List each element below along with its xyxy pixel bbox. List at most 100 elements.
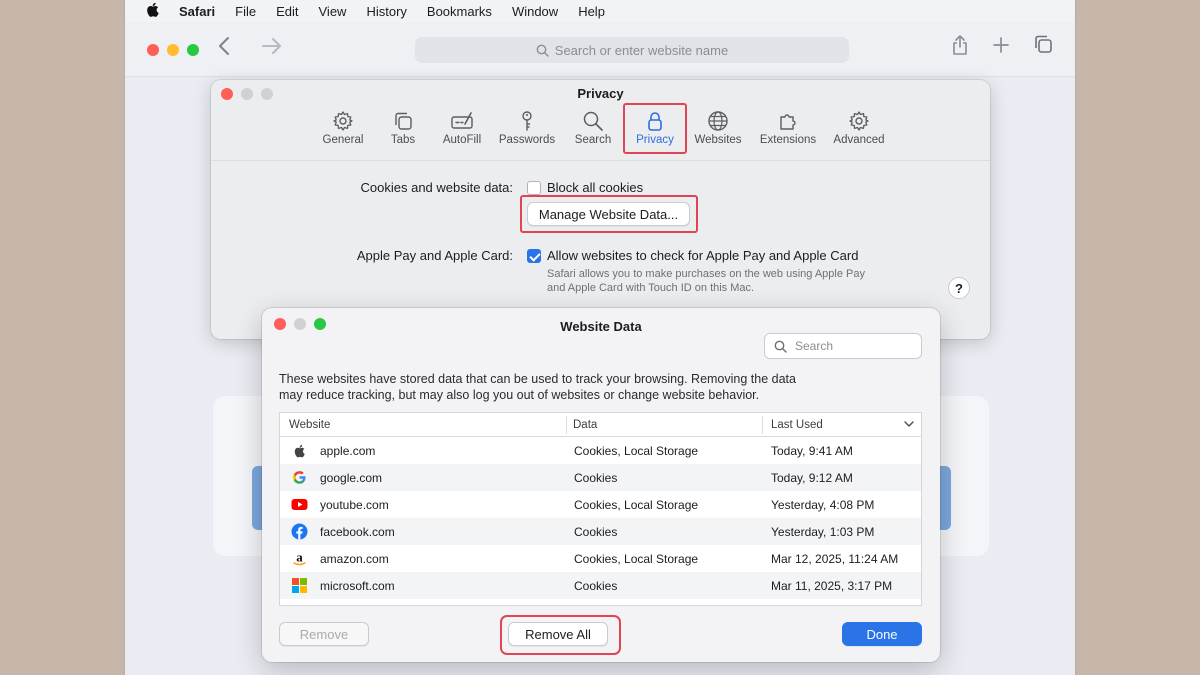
applepay-label: Apple Pay and Apple Card:: [356, 248, 513, 263]
preferences-tab-bar: General Tabs AutoFill Passwords Search P…: [211, 103, 990, 160]
applepay-checkbox[interactable]: [527, 249, 541, 263]
column-divider: [566, 416, 567, 434]
row-website: amazon.com: [320, 552, 389, 566]
menu-bookmarks[interactable]: Bookmarks: [427, 4, 492, 19]
autofill-icon: [451, 112, 473, 129]
row-data: Cookies: [574, 525, 618, 539]
menu-view[interactable]: View: [319, 4, 347, 19]
search-icon: [583, 111, 603, 131]
microsoft-logo-icon: [292, 578, 307, 593]
prefs-window-title: Privacy: [577, 86, 624, 101]
tab-advanced-label: Advanced: [833, 134, 885, 146]
table-row[interactable]: google.com Cookies Today, 9:12 AM: [280, 464, 921, 491]
tab-general-label: General: [322, 134, 364, 146]
block-cookies-checkbox[interactable]: [527, 181, 541, 195]
row-website: facebook.com: [320, 525, 395, 539]
website-search-input[interactable]: Search: [764, 333, 922, 359]
address-bar[interactable]: Search or enter website name: [415, 37, 849, 63]
description-line: may reduce tracking, but may also log yo…: [279, 388, 760, 402]
column-header-last-used[interactable]: Last Used: [771, 419, 823, 431]
applepay-checkbox-label: Allow websites to check for Apple Pay an…: [547, 248, 859, 263]
table-row[interactable]: youtube.com Cookies, Local Storage Yeste…: [280, 491, 921, 518]
menu-edit[interactable]: Edit: [276, 4, 298, 19]
svg-text:a: a: [296, 550, 303, 565]
column-divider: [762, 416, 763, 434]
row-last-used: Today, 9:12 AM: [771, 471, 853, 485]
row-data: Cookies: [574, 471, 618, 485]
search-icon: [774, 340, 787, 353]
help-button[interactable]: ?: [948, 277, 970, 299]
menu-bar: Safari File Edit View History Bookmarks …: [125, 0, 1075, 22]
apple-menu-icon[interactable]: [145, 2, 159, 21]
row-data: Cookies, Local Storage: [574, 444, 699, 458]
table-row[interactable]: a amazon.com Cookies, Local Storage Mar …: [280, 545, 921, 572]
table-row[interactable]: apple.com Cookies, Local Storage Today, …: [280, 437, 921, 464]
tab-extensions-label: Extensions: [759, 134, 817, 146]
row-website: youtube.com: [320, 498, 389, 512]
tab-passwords[interactable]: Passwords: [492, 106, 562, 146]
done-button[interactable]: Done: [842, 622, 922, 646]
table-row[interactable]: microsoft.com Cookies Mar 11, 2025, 3:17…: [280, 572, 921, 599]
menu-help[interactable]: Help: [578, 4, 605, 19]
tab-search-label: Search: [574, 134, 612, 146]
block-cookies-label: Block all cookies: [547, 180, 644, 195]
tab-autofill[interactable]: AutoFill: [427, 106, 497, 146]
chevron-down-icon[interactable]: [904, 419, 914, 431]
row-data: Cookies: [574, 579, 618, 593]
row-last-used: Today, 9:41 AM: [771, 444, 853, 458]
row-last-used: Mar 11, 2025, 3:17 PM: [771, 579, 893, 593]
forward-arrow-icon[interactable]: [261, 36, 283, 60]
share-icon[interactable]: [951, 34, 969, 61]
tab-passwords-label: Passwords: [498, 134, 556, 146]
tab-tabs-label: Tabs: [390, 134, 416, 146]
dialog-description: These websites have stored data that can…: [279, 371, 839, 403]
gear-icon: [333, 111, 353, 131]
menu-history[interactable]: History: [366, 4, 406, 19]
row-last-used: Yesterday, 1:03 PM: [771, 525, 875, 539]
google-logo-icon: [293, 471, 306, 484]
privacy-tab-highlight: [623, 103, 687, 154]
tab-overview-icon[interactable]: [1033, 34, 1053, 59]
privacy-preferences-window: Privacy General Tabs AutoFill Passwords …: [211, 80, 990, 339]
remove-button[interactable]: Remove: [279, 622, 369, 646]
tab-search[interactable]: Search: [558, 106, 628, 146]
tab-advanced[interactable]: Advanced: [824, 106, 894, 146]
table-row[interactable]: facebook.com Cookies Yesterday, 1:03 PM: [280, 518, 921, 545]
dialog-title: Website Data: [560, 319, 642, 334]
desktop-screen: Safari File Edit View History Bookmarks …: [124, 0, 1076, 675]
window-controls: [147, 44, 199, 56]
menu-app-name[interactable]: Safari: [179, 4, 215, 19]
tabs-icon: [395, 112, 412, 130]
youtube-logo-icon: [291, 499, 308, 510]
tab-websites-label: Websites: [694, 134, 742, 146]
minimize-window-button[interactable]: [167, 44, 179, 56]
back-arrow-icon[interactable]: [217, 36, 231, 60]
menu-file[interactable]: File: [235, 4, 256, 19]
menu-window[interactable]: Window: [512, 4, 558, 19]
row-data: Cookies, Local Storage: [574, 498, 699, 512]
globe-icon: [708, 111, 728, 131]
manage-button-highlight: [520, 195, 698, 233]
website-data-dialog: Website Data Search These websites have …: [262, 308, 940, 662]
applepay-note-line: Safari allows you to make purchases on t…: [547, 268, 865, 280]
new-tab-icon[interactable]: [992, 33, 1010, 61]
tab-extensions[interactable]: Extensions: [753, 106, 823, 146]
cookies-label: Cookies and website data:: [360, 180, 513, 195]
column-header-data[interactable]: Data: [573, 419, 597, 431]
puzzle-icon: [780, 114, 796, 130]
address-placeholder: Search or enter website name: [554, 42, 729, 58]
applepay-note-line: and Apple Card with Touch ID on this Mac…: [547, 282, 755, 294]
row-website: apple.com: [320, 444, 376, 458]
close-window-button[interactable]: [147, 44, 159, 56]
row-website: microsoft.com: [320, 579, 395, 593]
search-placeholder: Search: [795, 339, 834, 353]
key-icon: [522, 111, 532, 131]
search-icon: [536, 44, 549, 57]
website-data-table[interactable]: Website Data Last Used apple.com Cookies…: [279, 412, 922, 606]
description-line: These websites have stored data that can…: [279, 372, 796, 386]
zoom-window-button[interactable]: [187, 44, 199, 56]
column-header-website[interactable]: Website: [289, 419, 330, 431]
row-last-used: Mar 12, 2025, 11:24 AM: [771, 552, 899, 566]
tab-websites[interactable]: Websites: [683, 106, 753, 146]
row-website: google.com: [320, 471, 383, 485]
